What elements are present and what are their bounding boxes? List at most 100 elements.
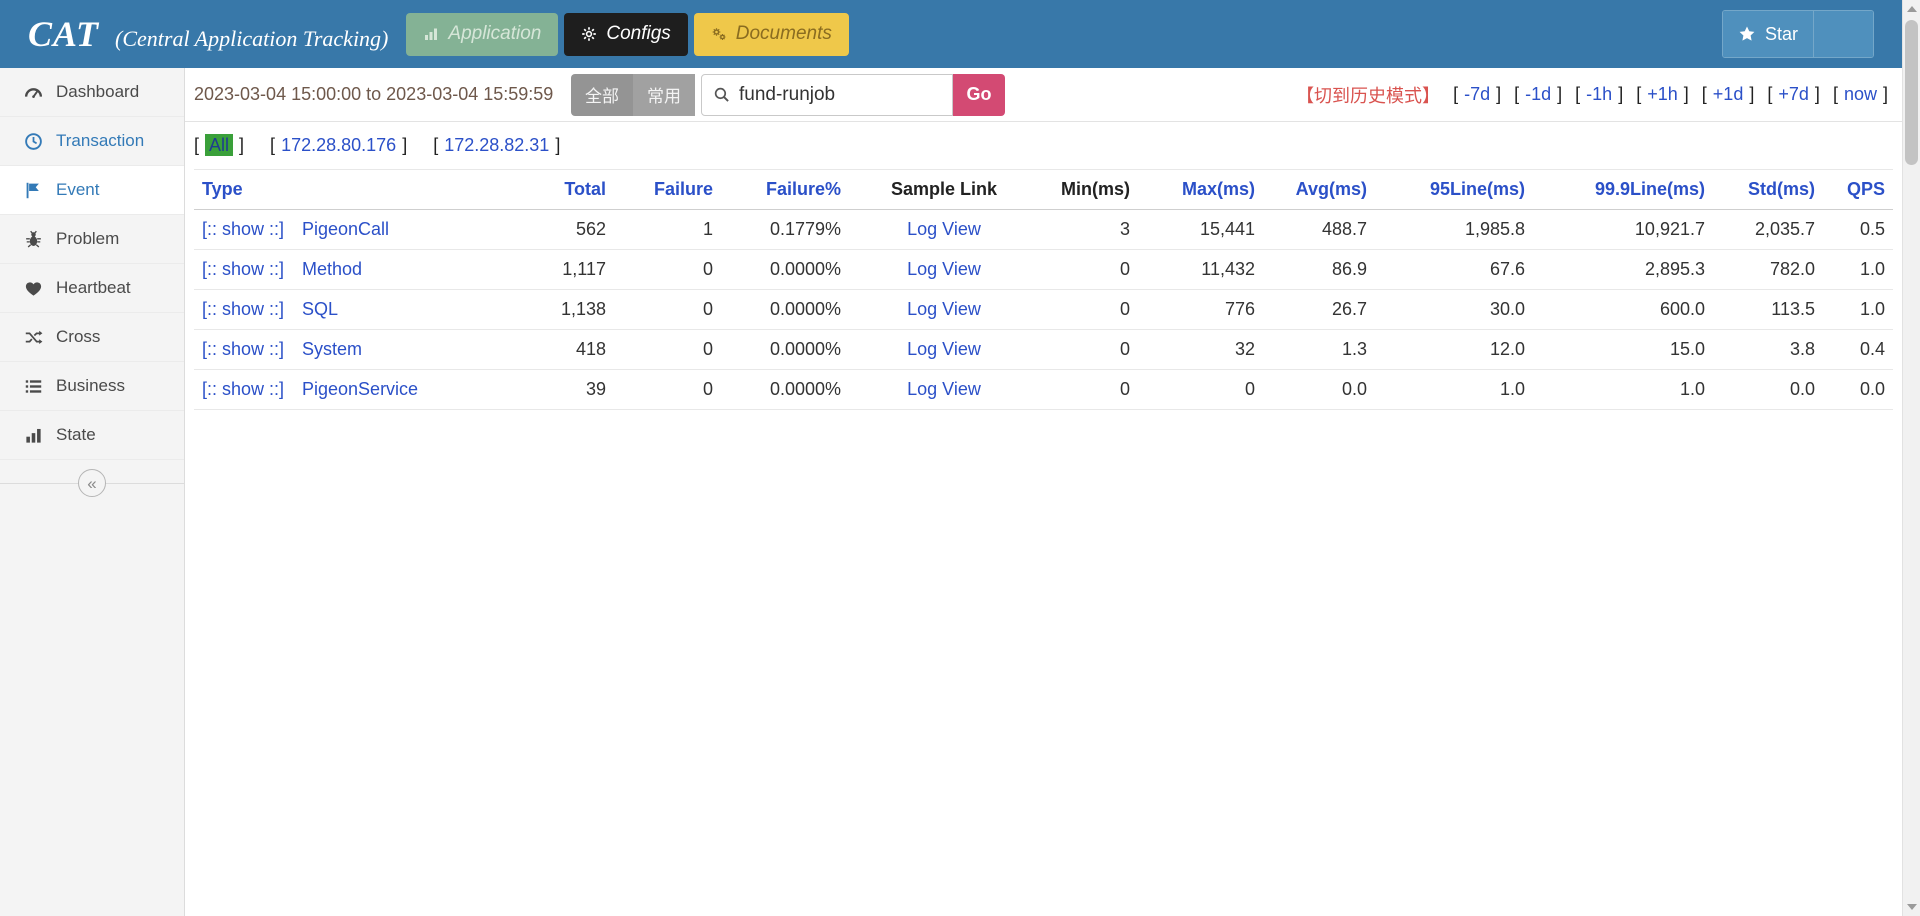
bracket: [	[1575, 84, 1581, 104]
quick-filter-button[interactable]: 常用	[633, 73, 695, 116]
line999-cell: 2,895.3	[1533, 249, 1713, 290]
col-header-max-ms-[interactable]: Max(ms)	[1138, 169, 1263, 210]
sidebar-item-problem[interactable]: Problem	[0, 215, 184, 264]
show-toggle-link[interactable]: [:: show ::]	[202, 259, 284, 279]
min-cell: 0	[1039, 289, 1138, 330]
type-link[interactable]: System	[302, 339, 362, 359]
total-cell: 39	[499, 369, 614, 410]
flag-icon	[24, 181, 43, 200]
toolbar: 2023-03-04 15:00:00 to 2023-03-04 15:59:…	[185, 68, 1902, 122]
log-view-link[interactable]: Log View	[907, 379, 981, 399]
failure-pct-cell: 0.0000%	[721, 369, 849, 410]
col-header-95line-ms-[interactable]: 95Line(ms)	[1375, 169, 1533, 210]
table-body: [:: show ::] PigeonCall 562 1 0.1779% Lo…	[194, 209, 1893, 410]
machine-ip-link[interactable]: 172.28.82.31	[444, 135, 549, 155]
std-cell: 2,035.7	[1713, 209, 1823, 250]
show-toggle-link[interactable]: [:: show ::]	[202, 219, 284, 239]
time-shift-item: [+7d]	[1767, 84, 1820, 105]
page: CAT (Central Application Tracking) Appli…	[0, 0, 1920, 916]
star-button[interactable]: Star	[1722, 11, 1813, 57]
log-view-link[interactable]: Log View	[907, 259, 981, 279]
col-header-avg-ms-[interactable]: Avg(ms)	[1263, 169, 1375, 210]
nav-button-label: Configs	[606, 23, 671, 44]
scroll-down-arrow-icon[interactable]	[1903, 898, 1920, 916]
show-toggle-link[interactable]: [:: show ::]	[202, 299, 284, 319]
bracket: ]	[1618, 84, 1624, 104]
time-shift-item: [ +1d]	[1702, 84, 1755, 105]
sidebar-item-heartbeat[interactable]: Heartbeat	[0, 264, 184, 313]
machine-ip-link[interactable]: 172.28.80.176	[281, 135, 396, 155]
bracket: ]	[1749, 84, 1755, 104]
sidebar-item-cross[interactable]: Cross	[0, 313, 184, 362]
go-button[interactable]: Go	[953, 73, 1005, 116]
sidebar-item-state[interactable]: State	[0, 411, 184, 460]
show-toggle-link[interactable]: [:: show ::]	[202, 379, 284, 399]
time-shift-link[interactable]: -1d	[1525, 84, 1551, 104]
app-header: CAT (Central Application Tracking) Appli…	[0, 0, 1902, 68]
col-header-failure-[interactable]: Failure%	[721, 169, 849, 210]
col-header-type[interactable]: Type	[194, 169, 499, 210]
gauge-icon	[24, 83, 43, 102]
log-view-link[interactable]: Log View	[907, 299, 981, 319]
bracket: ]	[1814, 84, 1820, 104]
quick-filter-button[interactable]: 全部	[571, 73, 633, 116]
time-shift-link[interactable]: +7d	[1778, 84, 1809, 104]
col-header-std-ms-[interactable]: Std(ms)	[1713, 169, 1823, 210]
sidebar-item-dashboard[interactable]: Dashboard	[0, 68, 184, 117]
failure-cell: 0	[614, 369, 721, 410]
gear-icon	[581, 26, 597, 42]
qps-cell: 0.4	[1823, 329, 1893, 370]
failure-cell: 0	[614, 249, 721, 290]
line95-cell: 1.0	[1375, 369, 1533, 410]
type-link[interactable]: PigeonCall	[302, 219, 389, 239]
bracket: ]	[1882, 84, 1888, 104]
shuffle-icon	[24, 328, 43, 347]
table-row: [:: show ::] PigeonService 39 0 0.0000% …	[194, 369, 1893, 410]
sidebar-item-transaction[interactable]: Transaction	[0, 117, 184, 166]
qps-cell: 0.0	[1823, 369, 1893, 410]
history-mode-link[interactable]: 【切到历史模式】	[1296, 82, 1440, 108]
log-view-link[interactable]: Log View	[907, 339, 981, 359]
line999-cell: 15.0	[1533, 329, 1713, 370]
bracket: [	[1701, 84, 1707, 104]
qps-cell: 0.5	[1823, 209, 1893, 250]
sidebar-item-label: Problem	[56, 229, 120, 248]
machine-all-link[interactable]: All	[205, 134, 234, 156]
bracket: ]	[239, 135, 245, 155]
heart-icon	[24, 279, 43, 298]
col-header-failure[interactable]: Failure	[614, 169, 721, 210]
time-shift-link[interactable]: +1d	[1713, 84, 1744, 104]
sidebar-item-event[interactable]: Event	[0, 166, 184, 215]
type-link[interactable]: SQL	[302, 299, 338, 319]
time-nav: 【切到历史模式】 [-7d][-1d][-1h][+1h][+1d][+7d][…	[1296, 82, 1888, 108]
nav-configs-button[interactable]: Configs	[564, 12, 688, 56]
star-count-button[interactable]	[1813, 11, 1873, 57]
sidebar-collapse-button[interactable]: «	[78, 469, 106, 497]
col-header-99-9line-ms-[interactable]: 99.9Line(ms)	[1533, 169, 1713, 210]
show-toggle-link[interactable]: [:: show ::]	[202, 339, 284, 359]
total-cell: 1,138	[499, 289, 614, 330]
col-header-qps[interactable]: QPS	[1823, 169, 1893, 210]
search-input[interactable]	[739, 83, 941, 106]
col-header-total[interactable]: Total	[499, 169, 614, 210]
machine-filter-bar: [All] [172.28.80.176][172.28.82.31]	[185, 122, 1902, 167]
nav-documents-button[interactable]: Documents	[693, 12, 849, 56]
time-shift-link[interactable]: +1h	[1647, 84, 1678, 104]
bracket: ]	[1557, 84, 1563, 104]
clock-icon	[24, 132, 43, 151]
search-icon	[713, 86, 730, 103]
time-shift-link[interactable]: -1h	[1586, 84, 1612, 104]
type-link[interactable]: PigeonService	[302, 379, 418, 399]
date-range-label: 2023-03-04 15:00:00 to 2023-03-04 15:59:…	[194, 84, 554, 104]
log-view-link[interactable]: Log View	[907, 219, 981, 239]
time-shift-link[interactable]: -7d	[1464, 84, 1490, 104]
time-shift-link[interactable]: now	[1844, 84, 1877, 104]
nav-application-button[interactable]: Application	[406, 12, 559, 56]
scroll-up-arrow-icon[interactable]	[1903, 0, 1920, 18]
sidebar-collapse-row: «	[0, 460, 184, 506]
sidebar-item-business[interactable]: Business	[0, 362, 184, 411]
line95-cell: 67.6	[1375, 249, 1533, 290]
type-link[interactable]: Method	[302, 259, 362, 279]
scrollbar-thumb[interactable]	[1905, 20, 1918, 165]
std-cell: 0.0	[1713, 369, 1823, 410]
